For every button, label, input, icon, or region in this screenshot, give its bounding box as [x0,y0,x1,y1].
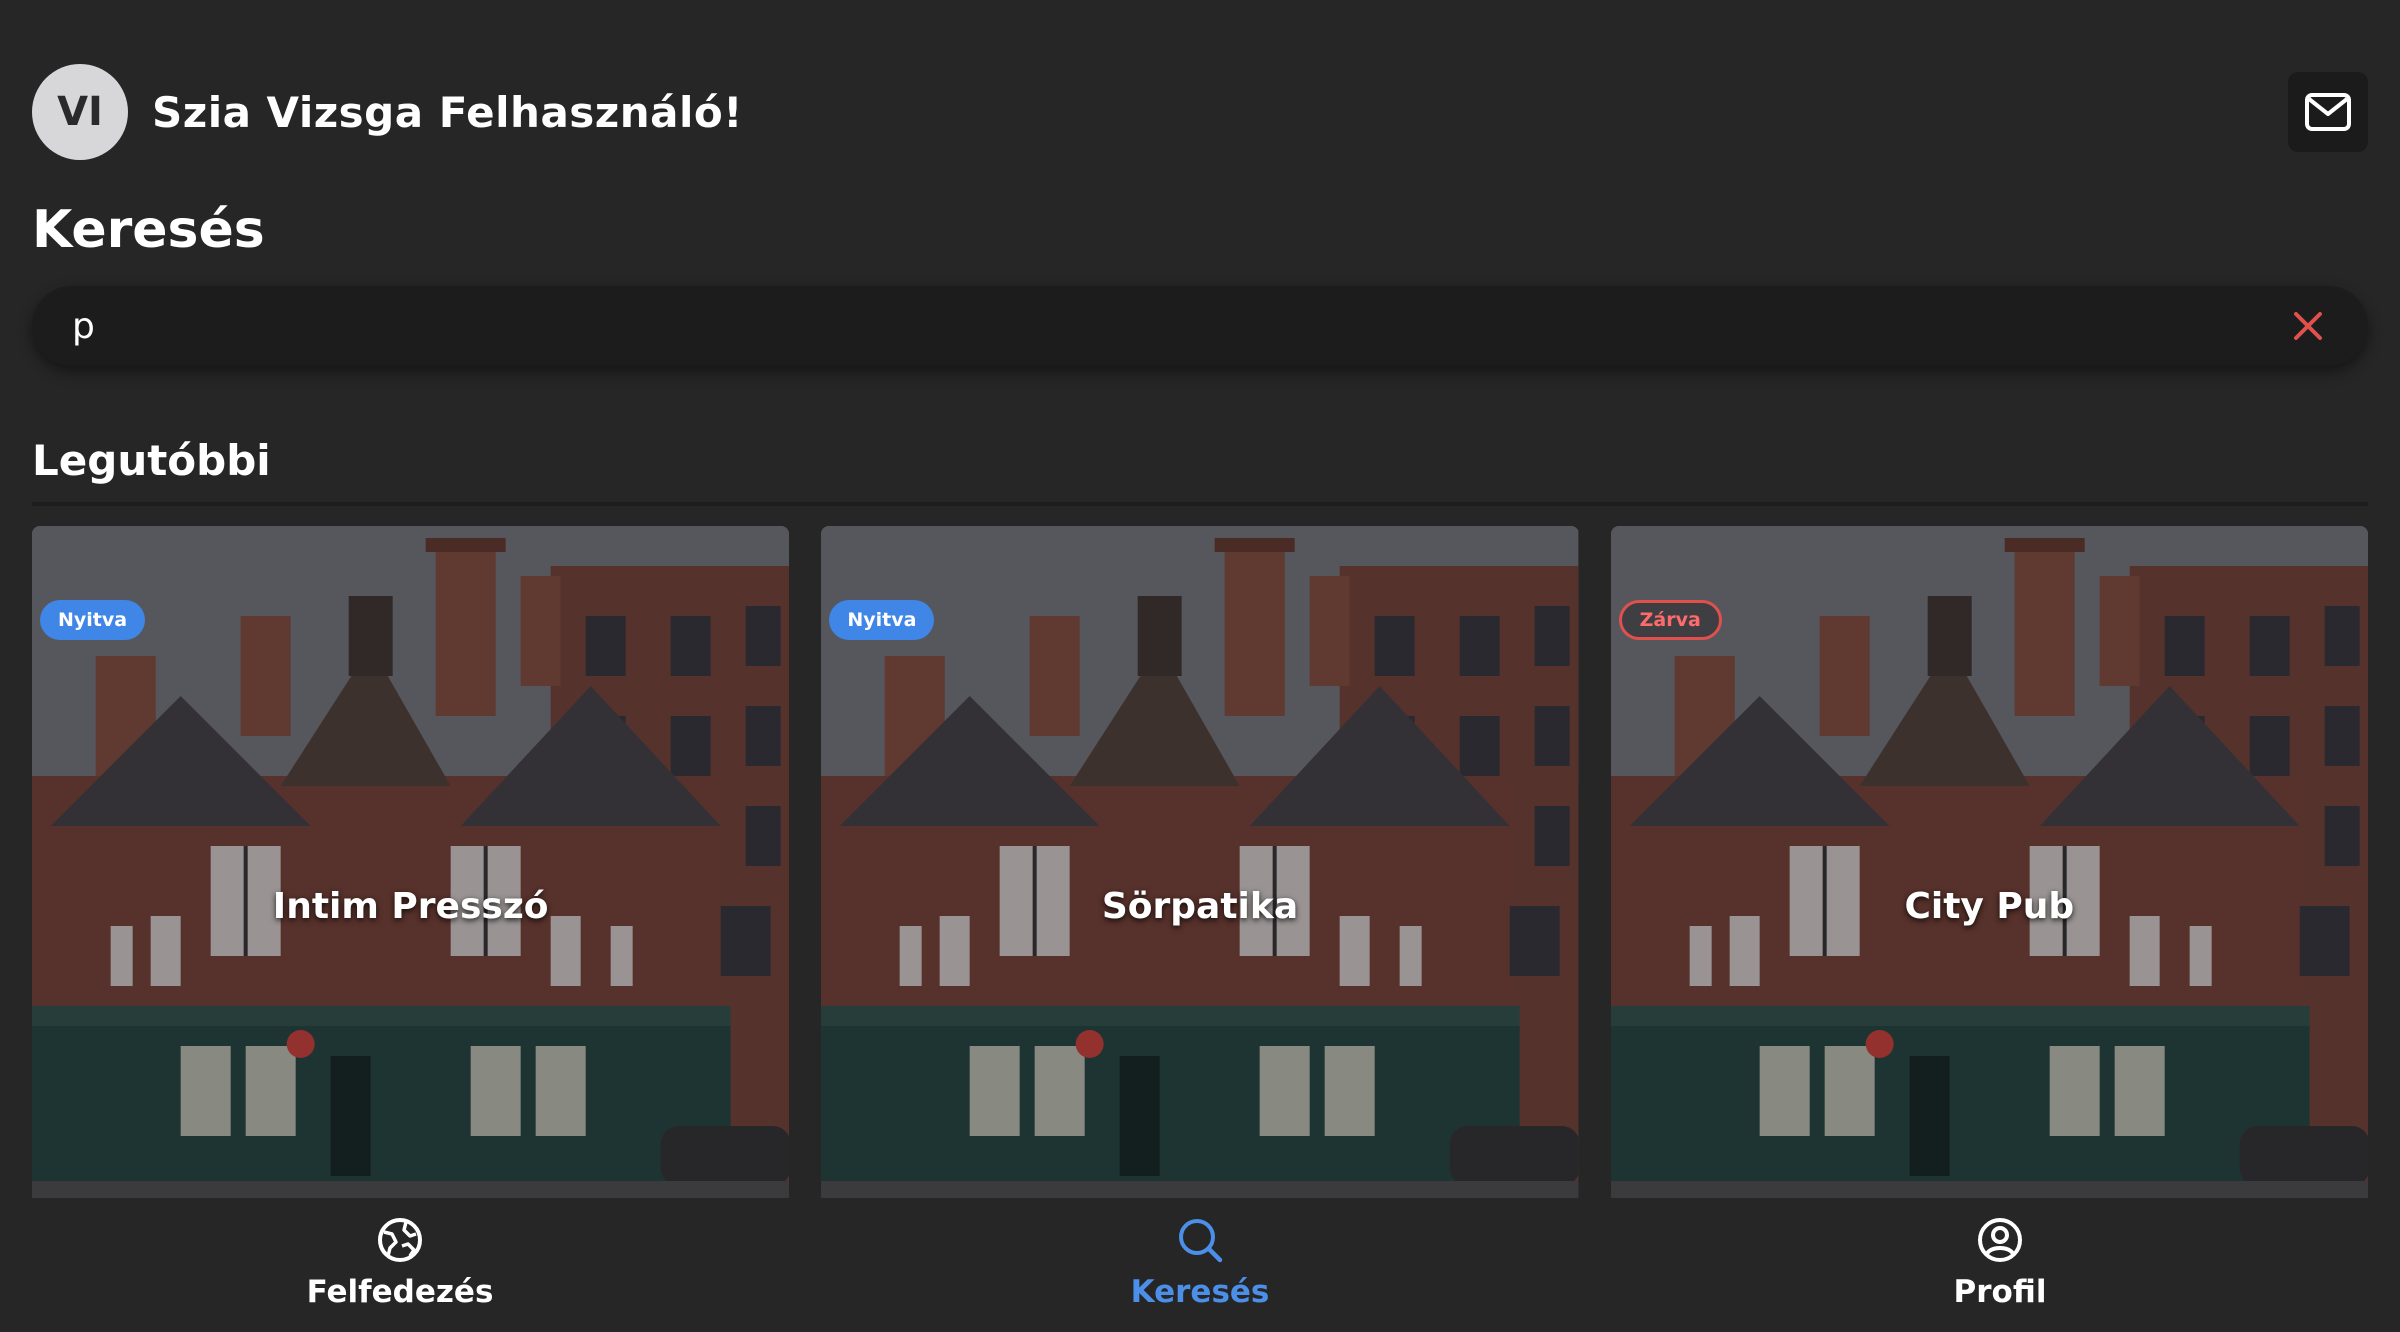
venue-name: Intim Presszó [272,886,549,927]
profile-user-icon [1978,1218,2022,1262]
status-badge: Nyitva [829,600,935,640]
search-bar [32,286,2368,366]
recent-cards: Nyitva Intim Presszó Nyitva Sörpatika Zá… [32,526,2368,1198]
messages-button[interactable] [2288,72,2368,152]
search-input[interactable] [72,305,2288,347]
nav-item-explore[interactable]: Felfedezés [0,1198,800,1332]
nav-label: Keresés [1130,1274,1270,1310]
venue-card[interactable]: Nyitva Intim Presszó [32,526,790,1198]
photo-overlay [1610,526,2368,1198]
divider [32,502,2368,506]
close-icon [2294,312,2322,340]
mail-icon [2305,93,2351,131]
status-badge: Zárva [1618,600,1722,640]
avatar[interactable]: VI [32,64,128,160]
status-badge: Nyitva [40,600,146,640]
venue-name: Sörpatika [1101,886,1299,927]
venue-card[interactable]: Zárva City Pub [1610,526,2368,1198]
photo-overlay [821,526,1579,1198]
header: VI Szia Vizsga Felhasználó! [32,64,743,160]
search-icon [1179,1219,1223,1263]
recent-section-title: Legutóbbi [32,436,271,485]
bottom-navigation: Felfedezés Keresés Profil [0,1198,2400,1332]
nav-label: Felfedezés [306,1274,494,1310]
photo-overlay [32,526,790,1198]
venue-card[interactable]: Nyitva Sörpatika [821,526,1579,1198]
greeting-text: Szia Vizsga Felhasználó! [152,87,743,137]
nav-item-profile[interactable]: Profil [1600,1198,2400,1332]
explore-globe-icon [378,1218,422,1262]
venue-name: City Pub [1904,886,2075,927]
app-root: VI Szia Vizsga Felhasználó! Keresés Legu… [0,0,2400,1332]
nav-item-search[interactable]: Keresés [800,1198,1600,1332]
page-title: Keresés [32,200,265,260]
clear-search-button[interactable] [2288,306,2328,346]
nav-label: Profil [1953,1274,2047,1310]
